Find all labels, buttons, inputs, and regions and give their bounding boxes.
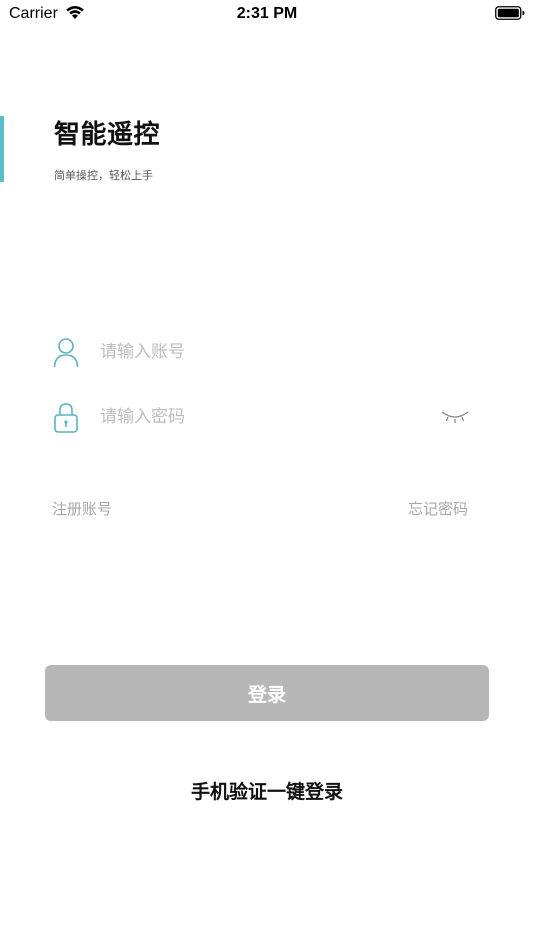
status-bar: Carrier 2:31 PM: [0, 0, 534, 30]
battery-icon: [495, 6, 525, 20]
password-input[interactable]: [100, 405, 430, 429]
clock: 2:31 PM: [236, 5, 298, 22]
app-title: 智能遥控: [54, 120, 161, 150]
accent-bar: [0, 116, 4, 182]
lock-icon: [54, 403, 78, 433]
forgot-password-link[interactable]: 忘记密码: [408, 498, 468, 519]
login-screen: Carrier 2:31 PM 智能遥控 简单操控，轻松上手 请输入账号 注册账…: [0, 0, 534, 950]
account-field: [52, 332, 472, 372]
user-icon: [53, 338, 79, 368]
app-subtitle: 简单操控，轻松上手: [54, 169, 153, 182]
password-field: [52, 397, 472, 437]
login-button[interactable]: 登录: [45, 665, 489, 721]
eye-closed-icon[interactable]: [440, 407, 470, 425]
account-input[interactable]: [100, 340, 430, 364]
phone-verification-login-link[interactable]: 手机验证一键登录: [0, 777, 534, 804]
register-link[interactable]: 注册账号: [52, 498, 112, 519]
